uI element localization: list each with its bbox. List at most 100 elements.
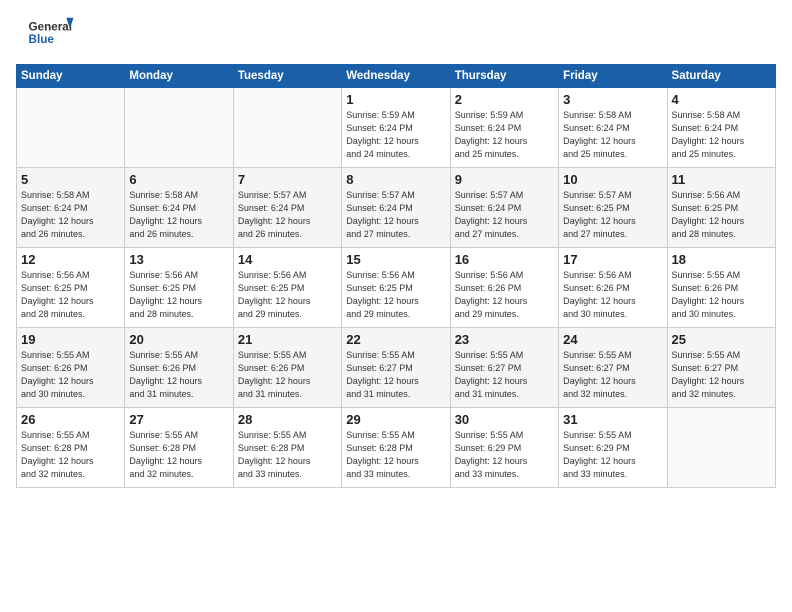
day-info: Sunrise: 5:57 AM Sunset: 6:24 PM Dayligh… bbox=[238, 189, 337, 241]
day-number: 5 bbox=[21, 172, 120, 187]
day-info: Sunrise: 5:56 AM Sunset: 6:26 PM Dayligh… bbox=[455, 269, 554, 321]
calendar-week-row: 19 Sunrise: 5:55 AM Sunset: 6:26 PM Dayli… bbox=[17, 328, 776, 408]
logo: GeneralBlue bbox=[16, 16, 86, 52]
day-info: Sunrise: 5:56 AM Sunset: 6:25 PM Dayligh… bbox=[129, 269, 228, 321]
calendar-week-row: 26 Sunrise: 5:55 AM Sunset: 6:28 PM Dayli… bbox=[17, 408, 776, 488]
calendar-cell: 27 Sunrise: 5:55 AM Sunset: 6:28 PM Dayli… bbox=[125, 408, 233, 488]
calendar-cell: 30 Sunrise: 5:55 AM Sunset: 6:29 PM Dayli… bbox=[450, 408, 558, 488]
day-info: Sunrise: 5:55 AM Sunset: 6:27 PM Dayligh… bbox=[455, 349, 554, 401]
day-info: Sunrise: 5:55 AM Sunset: 6:27 PM Dayligh… bbox=[563, 349, 662, 401]
day-number: 31 bbox=[563, 412, 662, 427]
day-number: 26 bbox=[21, 412, 120, 427]
day-number: 12 bbox=[21, 252, 120, 267]
svg-text:Blue: Blue bbox=[29, 33, 55, 46]
calendar-cell: 1 Sunrise: 5:59 AM Sunset: 6:24 PM Daylig… bbox=[342, 88, 450, 168]
col-header-saturday: Saturday bbox=[667, 65, 775, 88]
calendar-cell: 29Sunrise: 5:55 AM Sunset: 6:28 PM Dayli… bbox=[342, 408, 450, 488]
calendar-week-row: 5 Sunrise: 5:58 AM Sunset: 6:24 PM Daylig… bbox=[17, 168, 776, 248]
calendar-cell: 20Sunrise: 5:55 AM Sunset: 6:26 PM Dayli… bbox=[125, 328, 233, 408]
calendar-cell: 6 Sunrise: 5:58 AM Sunset: 6:24 PM Daylig… bbox=[125, 168, 233, 248]
day-number: 3 bbox=[563, 92, 662, 107]
day-number: 29 bbox=[346, 412, 445, 427]
calendar-cell bbox=[125, 88, 233, 168]
day-number: 11 bbox=[672, 172, 771, 187]
calendar-cell bbox=[17, 88, 125, 168]
calendar-cell: 17 Sunrise: 5:56 AM Sunset: 6:26 PM Dayli… bbox=[559, 248, 667, 328]
day-info: Sunrise: 5:55 AM Sunset: 6:28 PM Dayligh… bbox=[129, 429, 228, 481]
svg-text:General: General bbox=[29, 20, 73, 33]
calendar-cell bbox=[667, 408, 775, 488]
day-info: Sunrise: 5:55 AM Sunset: 6:29 PM Dayligh… bbox=[455, 429, 554, 481]
calendar-cell: 21Sunrise: 5:55 AM Sunset: 6:26 PM Dayli… bbox=[233, 328, 341, 408]
calendar-cell: 13Sunrise: 5:56 AM Sunset: 6:25 PM Dayli… bbox=[125, 248, 233, 328]
calendar-cell: 11 Sunrise: 5:56 AM Sunset: 6:25 PM Dayli… bbox=[667, 168, 775, 248]
calendar-cell: 9 Sunrise: 5:57 AM Sunset: 6:24 PM Daylig… bbox=[450, 168, 558, 248]
calendar-cell: 24Sunrise: 5:55 AM Sunset: 6:27 PM Dayli… bbox=[559, 328, 667, 408]
day-info: Sunrise: 5:55 AM Sunset: 6:26 PM Dayligh… bbox=[129, 349, 228, 401]
calendar-cell: 7 Sunrise: 5:57 AM Sunset: 6:24 PM Daylig… bbox=[233, 168, 341, 248]
day-info: Sunrise: 5:59 AM Sunset: 6:24 PM Dayligh… bbox=[346, 109, 445, 161]
day-number: 30 bbox=[455, 412, 554, 427]
calendar-cell: 19 Sunrise: 5:55 AM Sunset: 6:26 PM Dayli… bbox=[17, 328, 125, 408]
col-header-sunday: Sunday bbox=[17, 65, 125, 88]
calendar-cell bbox=[233, 88, 341, 168]
day-number: 21 bbox=[238, 332, 337, 347]
day-number: 4 bbox=[672, 92, 771, 107]
day-number: 18 bbox=[672, 252, 771, 267]
day-info: Sunrise: 5:55 AM Sunset: 6:26 PM Dayligh… bbox=[21, 349, 120, 401]
day-info: Sunrise: 5:55 AM Sunset: 6:28 PM Dayligh… bbox=[21, 429, 120, 481]
calendar-cell: 2 Sunrise: 5:59 AM Sunset: 6:24 PM Daylig… bbox=[450, 88, 558, 168]
day-info: Sunrise: 5:57 AM Sunset: 6:24 PM Dayligh… bbox=[346, 189, 445, 241]
day-number: 14 bbox=[238, 252, 337, 267]
day-number: 19 bbox=[21, 332, 120, 347]
calendar-cell: 8Sunrise: 5:57 AM Sunset: 6:24 PM Daylig… bbox=[342, 168, 450, 248]
day-number: 10 bbox=[563, 172, 662, 187]
day-number: 1 bbox=[346, 92, 445, 107]
day-info: Sunrise: 5:58 AM Sunset: 6:24 PM Dayligh… bbox=[129, 189, 228, 241]
day-number: 17 bbox=[563, 252, 662, 267]
calendar-week-row: 1 Sunrise: 5:59 AM Sunset: 6:24 PM Daylig… bbox=[17, 88, 776, 168]
col-header-friday: Friday bbox=[559, 65, 667, 88]
page-header: GeneralBlue bbox=[16, 16, 776, 52]
day-info: Sunrise: 5:56 AM Sunset: 6:25 PM Dayligh… bbox=[346, 269, 445, 321]
calendar-cell: 25Sunrise: 5:55 AM Sunset: 6:27 PM Dayli… bbox=[667, 328, 775, 408]
calendar-cell: 16Sunrise: 5:56 AM Sunset: 6:26 PM Dayli… bbox=[450, 248, 558, 328]
calendar-cell: 10 Sunrise: 5:57 AM Sunset: 6:25 PM Dayli… bbox=[559, 168, 667, 248]
day-number: 7 bbox=[238, 172, 337, 187]
col-header-monday: Monday bbox=[125, 65, 233, 88]
day-number: 22 bbox=[346, 332, 445, 347]
logo-icon: GeneralBlue bbox=[16, 16, 86, 52]
calendar-cell: 5 Sunrise: 5:58 AM Sunset: 6:24 PM Daylig… bbox=[17, 168, 125, 248]
calendar-cell: 23 Sunrise: 5:55 AM Sunset: 6:27 PM Dayli… bbox=[450, 328, 558, 408]
day-info: Sunrise: 5:56 AM Sunset: 6:25 PM Dayligh… bbox=[672, 189, 771, 241]
calendar-week-row: 12 Sunrise: 5:56 AM Sunset: 6:25 PM Dayli… bbox=[17, 248, 776, 328]
day-number: 23 bbox=[455, 332, 554, 347]
day-number: 15 bbox=[346, 252, 445, 267]
calendar-cell: 14Sunrise: 5:56 AM Sunset: 6:25 PM Dayli… bbox=[233, 248, 341, 328]
col-header-thursday: Thursday bbox=[450, 65, 558, 88]
day-info: Sunrise: 5:59 AM Sunset: 6:24 PM Dayligh… bbox=[455, 109, 554, 161]
day-info: Sunrise: 5:57 AM Sunset: 6:24 PM Dayligh… bbox=[455, 189, 554, 241]
col-header-tuesday: Tuesday bbox=[233, 65, 341, 88]
day-info: Sunrise: 5:55 AM Sunset: 6:28 PM Dayligh… bbox=[238, 429, 337, 481]
day-number: 6 bbox=[129, 172, 228, 187]
day-info: Sunrise: 5:58 AM Sunset: 6:24 PM Dayligh… bbox=[563, 109, 662, 161]
day-info: Sunrise: 5:55 AM Sunset: 6:29 PM Dayligh… bbox=[563, 429, 662, 481]
col-header-wednesday: Wednesday bbox=[342, 65, 450, 88]
day-info: Sunrise: 5:56 AM Sunset: 6:26 PM Dayligh… bbox=[563, 269, 662, 321]
day-info: Sunrise: 5:55 AM Sunset: 6:27 PM Dayligh… bbox=[346, 349, 445, 401]
day-number: 9 bbox=[455, 172, 554, 187]
calendar-cell: 3 Sunrise: 5:58 AM Sunset: 6:24 PM Daylig… bbox=[559, 88, 667, 168]
day-number: 27 bbox=[129, 412, 228, 427]
day-info: Sunrise: 5:57 AM Sunset: 6:25 PM Dayligh… bbox=[563, 189, 662, 241]
day-info: Sunrise: 5:58 AM Sunset: 6:24 PM Dayligh… bbox=[672, 109, 771, 161]
day-number: 25 bbox=[672, 332, 771, 347]
calendar-cell: 22 Sunrise: 5:55 AM Sunset: 6:27 PM Dayli… bbox=[342, 328, 450, 408]
day-number: 2 bbox=[455, 92, 554, 107]
day-info: Sunrise: 5:55 AM Sunset: 6:26 PM Dayligh… bbox=[672, 269, 771, 321]
calendar-table: SundayMondayTuesdayWednesdayThursdayFrid… bbox=[16, 64, 776, 488]
calendar-cell: 4 Sunrise: 5:58 AM Sunset: 6:24 PM Daylig… bbox=[667, 88, 775, 168]
day-info: Sunrise: 5:56 AM Sunset: 6:25 PM Dayligh… bbox=[21, 269, 120, 321]
calendar-cell: 31 Sunrise: 5:55 AM Sunset: 6:29 PM Dayli… bbox=[559, 408, 667, 488]
day-info: Sunrise: 5:58 AM Sunset: 6:24 PM Dayligh… bbox=[21, 189, 120, 241]
